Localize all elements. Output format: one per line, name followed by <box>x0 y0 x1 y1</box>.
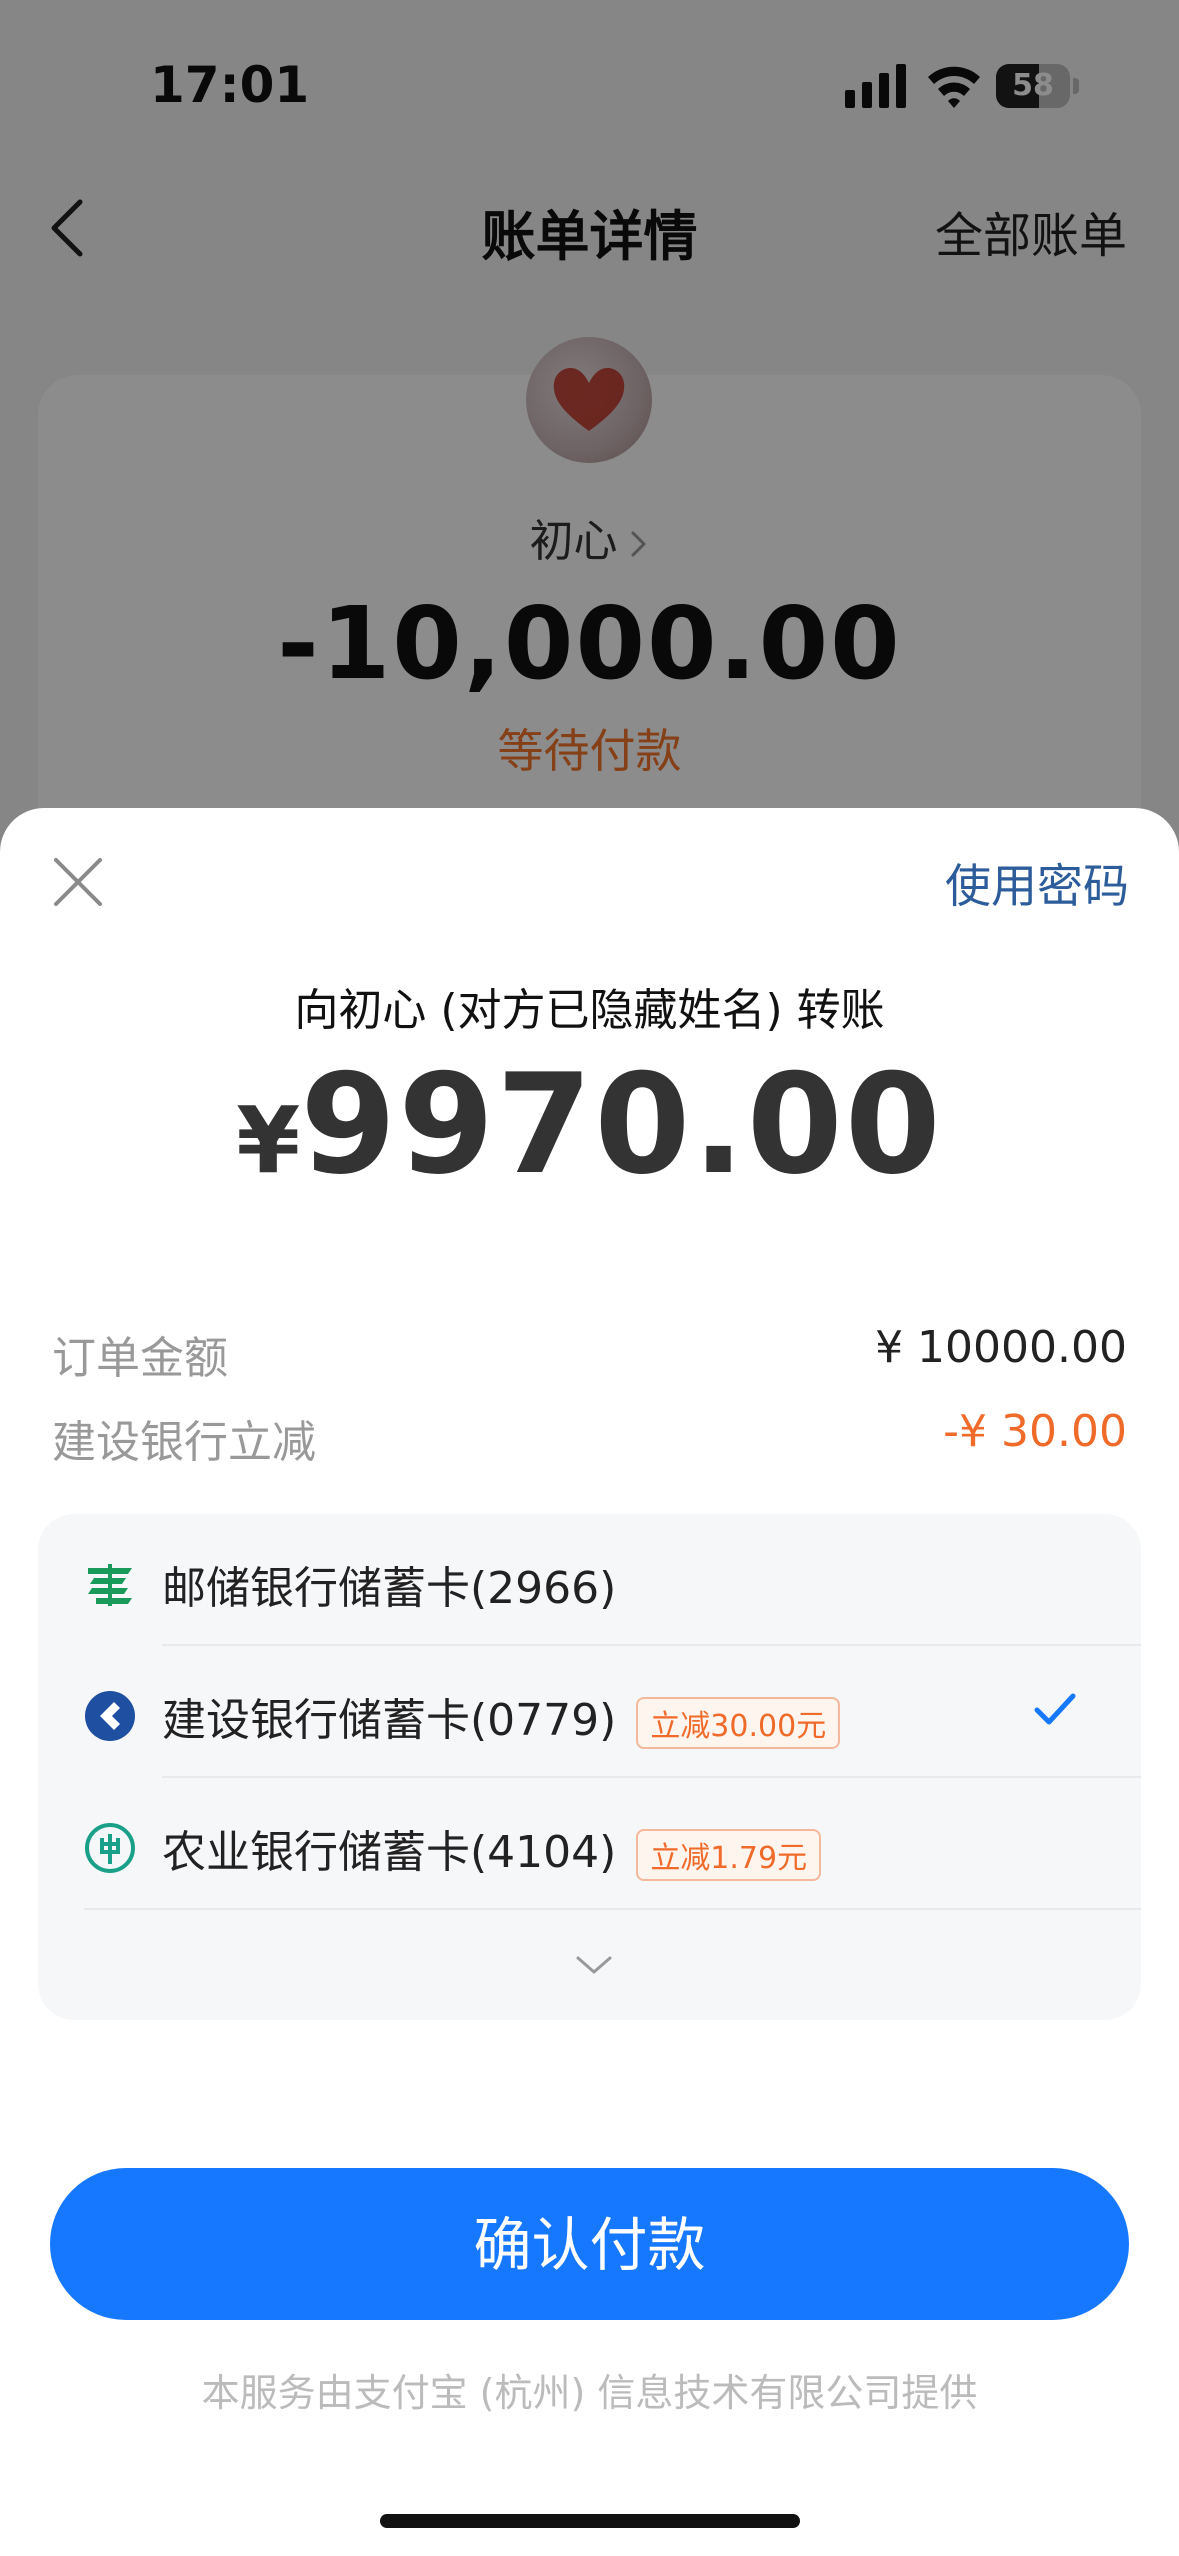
confirm-payment-button[interactable]: 确认付款 <box>50 2168 1129 2320</box>
payment-method-ccb[interactable]: 建设银行储蓄卡(0779) 立减30.00元 <box>38 1646 1141 1778</box>
ccb-logo-icon <box>85 1691 135 1741</box>
payment-sheet: 使用密码 向初心 (对方已隐藏姓名) 转账 ¥9970.00 订单金额 ¥ 10… <box>0 808 1179 2556</box>
home-indicator <box>380 2514 800 2528</box>
payment-amount-value: 9970.00 <box>300 1044 943 1205</box>
psbc-logo-icon <box>88 1564 132 1606</box>
provider-note: 本服务由支付宝 (杭州) 信息技术有限公司提供 <box>201 2371 978 2415</box>
chevron-down-icon[interactable] <box>574 1952 614 1978</box>
order-amount-value: ¥ 10000.00 <box>875 1322 1127 1373</box>
promo-badge: 立减30.00元 <box>636 1697 841 1749</box>
order-amount-row: 订单金额 ¥ 10000.00 <box>52 1322 1127 1386</box>
discount-row: 建设银行立减 -¥ 30.00 <box>52 1406 1127 1470</box>
payment-amount: ¥9970.00 <box>0 1044 1179 1205</box>
card-name: 邮储银行储蓄卡(2966) <box>162 1563 617 1614</box>
payment-method-psbc[interactable]: 邮储银行储蓄卡(2966) <box>38 1514 1141 1646</box>
discount-value: -¥ 30.00 <box>943 1406 1127 1457</box>
card-name: 农业银行储蓄卡(4104) <box>162 1827 617 1878</box>
payment-recipient: 向初心 (对方已隐藏姓名) 转账 <box>294 985 885 1036</box>
promo-badge: 立减1.79元 <box>636 1829 822 1881</box>
checkmark-icon <box>1034 1693 1076 1725</box>
use-password-link[interactable]: 使用密码 <box>945 850 1129 916</box>
payment-method-label: 农业银行储蓄卡(4104) 立减1.79元 <box>162 1816 822 1881</box>
payment-method-list: 邮储银行储蓄卡(2966) 建设银行储蓄卡(0779) 立减30.00元 农业银行… <box>38 1514 1141 2020</box>
close-icon[interactable] <box>50 854 106 910</box>
payment-method-abc[interactable]: 农业银行储蓄卡(4104) 立减1.79元 <box>38 1778 1141 1910</box>
abc-logo-icon <box>85 1823 135 1873</box>
payment-method-label: 建设银行储蓄卡(0779) 立减30.00元 <box>162 1684 841 1749</box>
discount-label: 建设银行立减 <box>52 1417 316 1468</box>
currency-symbol: ¥ <box>236 1087 301 1194</box>
card-name: 建设银行储蓄卡(0779) <box>162 1695 617 1746</box>
order-amount-label: 订单金额 <box>52 1333 228 1384</box>
payment-method-label: 邮储银行储蓄卡(2966) <box>162 1552 616 1616</box>
